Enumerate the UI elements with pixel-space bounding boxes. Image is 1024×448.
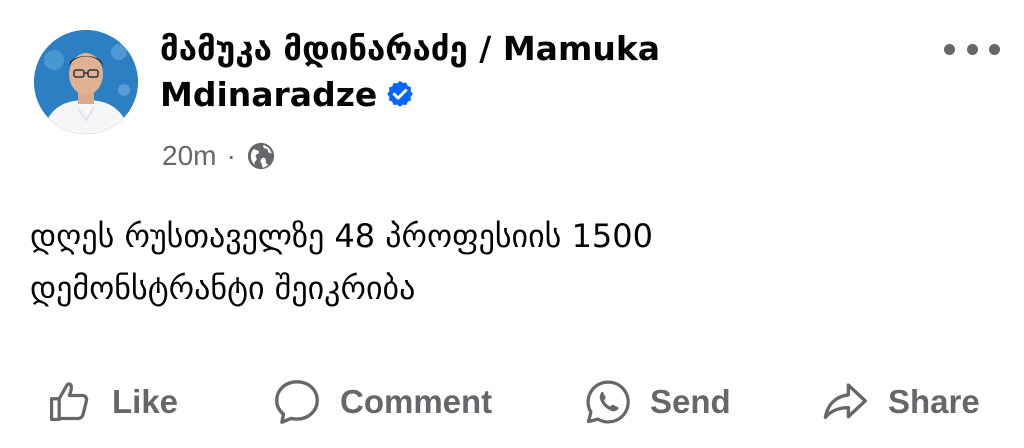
more-options-icon[interactable] bbox=[944, 38, 1000, 60]
more-dot bbox=[944, 43, 955, 55]
comment-button[interactable]: Comment bbox=[270, 376, 492, 428]
post-text: დღეს რუსთაველზე 48 პროფესიის 1500 დემონს… bbox=[30, 210, 990, 314]
facebook-post: მამუკა მდინარაძე / Mamuka Mdinaradze 20m… bbox=[0, 0, 1024, 448]
post-text-line: დღეს რუსთაველზე 48 პროფესიის 1500 bbox=[30, 217, 653, 255]
share-icon bbox=[823, 383, 867, 419]
like-button[interactable]: Like bbox=[44, 376, 178, 428]
send-button[interactable]: Send bbox=[582, 376, 731, 428]
whatsapp-send-icon bbox=[586, 380, 630, 424]
share-label: Share bbox=[888, 383, 980, 420]
more-dot bbox=[989, 43, 1000, 55]
post-action-bar: Like Comment Send Share bbox=[0, 370, 1024, 434]
like-label: Like bbox=[112, 383, 179, 420]
timestamp[interactable]: 20m bbox=[162, 140, 216, 172]
comment-icon bbox=[275, 380, 319, 424]
author-name[interactable]: მამუკა მდინარაძე / Mamuka Mdinaradze bbox=[160, 26, 860, 118]
post-text-line: დემონსტრანტი შეიკრიბა bbox=[30, 269, 416, 307]
meta-separator: · bbox=[226, 140, 236, 171]
verified-badge-icon bbox=[387, 80, 414, 107]
more-dot bbox=[966, 43, 978, 55]
share-button[interactable]: Share bbox=[818, 376, 980, 428]
post-meta: 20m · bbox=[162, 136, 276, 176]
comment-label: Comment bbox=[340, 383, 493, 420]
like-icon bbox=[49, 382, 89, 421]
globe-icon[interactable] bbox=[246, 141, 276, 171]
avatar[interactable] bbox=[34, 30, 138, 134]
send-label: Send bbox=[650, 383, 731, 420]
